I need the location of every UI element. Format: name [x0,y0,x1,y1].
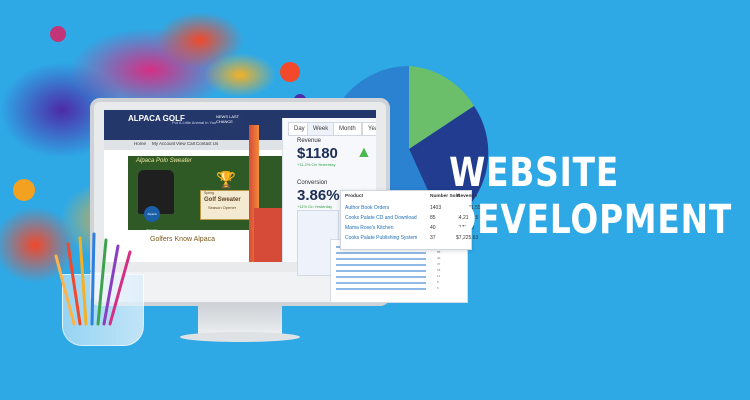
conversion-change: +11% On Yesterday [297,204,333,209]
table-product[interactable]: Cooks Palate Publishing System [345,235,417,241]
headline-line-2: DEVELOPMENT [449,197,732,243]
subtable-row [336,276,426,278]
subtable-row [336,282,426,284]
table-product[interactable]: Mama Rose's Kitchen [345,225,393,231]
conversion-label: Conversion [297,180,328,186]
revenue-change: +11.2% On Yesterday [297,162,336,167]
table-sold: 1403 [430,205,442,211]
trophy-icon: 🏆 [216,172,236,189]
nav-contact-us[interactable]: Contact Us [196,141,218,146]
subtable-row [336,288,426,290]
table-sold: 85 [430,215,436,221]
revenue-value: $1180 [297,145,338,162]
subtable-value: 11 [437,274,441,278]
headline-line-1: WEBSITE [449,150,619,196]
hero-sign-sub: Season Opener [208,205,237,210]
subtable-row [336,270,426,272]
nav-my-account[interactable]: My Account [152,141,175,146]
headline: WEBSITE DEVELOPMENT [449,150,732,244]
table-product[interactable]: Cooks Palate CD and Download [345,215,417,221]
table-product[interactable]: Author Book Orders [345,205,389,211]
paintbrushes-illustration [54,232,132,326]
table-sold: 40 [430,225,436,231]
subtable-row [336,264,426,266]
hero-sign-big: Golf Sweater [204,197,241,203]
tab-month[interactable]: Month [333,122,362,136]
nav-view-cart[interactable]: View Cart [176,141,195,146]
tab-week[interactable]: Week [307,122,335,136]
tab-year[interactable]: Year [362,122,376,136]
subtable-value: 18 [437,268,441,272]
hero-sign-small: Spring [204,191,215,195]
monitor-base [180,332,300,342]
subtable-value: 40 [437,256,441,260]
hero-title: Alpaca Polo Sweater [136,158,192,164]
arrow-up-icon: ▲ [356,144,372,161]
sweater-badge: Alpaca Sweater [144,206,160,232]
subtable-value: 85 [437,250,441,254]
nav-home[interactable]: Home [134,141,146,146]
subtable-value: 37 [437,262,441,266]
revenue-label: Revenue [297,138,322,144]
subtable-value: 8 [437,280,439,284]
conversion-value: 3.86% [297,187,340,204]
subtable-row [336,258,426,260]
subtable-value: 5 [437,286,439,290]
table-header-product: Product [345,194,364,199]
table-sold: 37 [430,235,436,241]
news-badge: NEWS LAST CHANCE [216,114,244,136]
subtable-row [336,252,426,254]
